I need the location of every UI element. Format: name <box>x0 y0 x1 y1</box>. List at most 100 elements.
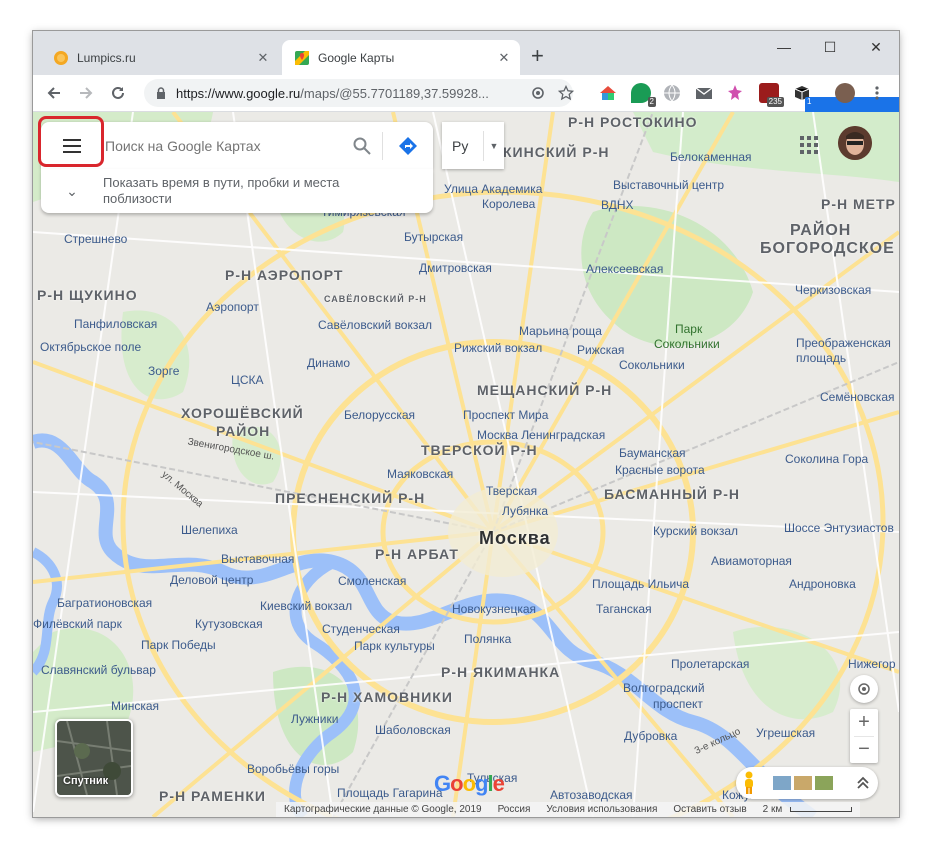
earth-thumb[interactable] <box>815 776 833 790</box>
forward-button[interactable] <box>75 82 97 104</box>
dropdown-arrow-icon: ▼ <box>483 130 504 161</box>
district-label: Р-Н РОСТОКИНО <box>568 114 698 130</box>
place-label: Багратионовская <box>57 596 153 610</box>
green-shield-extension-icon[interactable]: 2 <box>631 83 656 107</box>
district-label: Р-Н АРБАТ <box>375 546 459 562</box>
place-label: Савёловский вокзал <box>318 318 433 332</box>
district-label: САВЁЛОВСКИЙ Р-Н <box>324 294 427 304</box>
satellite-toggle[interactable]: Спутник <box>55 719 133 797</box>
expand-up-icon[interactable] <box>857 776 869 790</box>
place-label: Площадь Гагарина <box>337 786 443 800</box>
account-avatar[interactable] <box>838 126 872 160</box>
user-face-icon <box>838 126 872 160</box>
maximize-button[interactable]: ☐ <box>807 31 853 63</box>
menu-dots-icon[interactable] <box>866 82 888 104</box>
place-label: Аэропорт <box>206 300 259 314</box>
search-input[interactable] <box>103 136 342 155</box>
place-label: Марьина роща <box>519 324 602 338</box>
chevron-down-icon: ⌄ <box>66 182 78 199</box>
place-label: Студенческая <box>322 622 400 636</box>
photo-thumb[interactable] <box>794 776 812 790</box>
traffic-suggestion[interactable]: ⌄ Показать время в пути, пробки и места … <box>41 169 433 213</box>
extension-badge: 2 <box>647 97 656 107</box>
location-icon[interactable] <box>527 82 549 104</box>
scale-label[interactable]: 2 км <box>763 804 783 815</box>
city-label: Москва <box>479 528 551 548</box>
place-label: Таганская <box>596 602 652 616</box>
place-label: Шелепиха <box>181 523 238 537</box>
browser-toolbar: https://www.google.ru/maps/@55.7701189,3… <box>33 75 899 115</box>
place-label: Новокузнецкая <box>452 602 536 616</box>
address-bar[interactable]: https://www.google.ru/maps/@55.7701189,3… <box>144 79 573 107</box>
tab-google-maps[interactable]: Google Карты ✕ <box>282 40 520 75</box>
place-label: Пролетарская <box>671 657 750 671</box>
url-path: /maps/@55.7701189,37.59928... <box>300 85 489 101</box>
street-view-thumb[interactable] <box>773 776 791 790</box>
reload-button[interactable] <box>107 82 129 104</box>
place-label: Славянский бульвар <box>41 663 156 677</box>
place-label: ЦСКА <box>231 373 264 387</box>
place-label: Проспект Мира <box>463 408 549 422</box>
place-label: Рижская <box>577 343 625 357</box>
district-label: Р-Н ЯКИМАНКА <box>441 664 561 680</box>
place-label: Дмитровская <box>419 261 492 275</box>
directions-button[interactable] <box>382 131 433 160</box>
extension-badge: 235 <box>766 97 784 107</box>
district-label: РАЙОН <box>216 423 271 439</box>
reload-icon <box>112 86 124 99</box>
country-link[interactable]: Россия <box>498 804 531 815</box>
district-label: Р-Н МЕТР <box>821 196 896 212</box>
district-label: КИНСКИЙ Р-Н <box>503 144 610 160</box>
calendar-extension-icon[interactable]: 235 <box>759 83 784 107</box>
copyright-text: Картографические данные © Google, 2019 <box>284 804 482 815</box>
back-button[interactable] <box>43 82 65 104</box>
search-button[interactable] <box>342 137 382 155</box>
bookmark-star-icon[interactable] <box>555 82 577 104</box>
terms-link[interactable]: Условия использования <box>546 804 657 815</box>
close-window-button[interactable]: ✕ <box>853 31 899 63</box>
place-label: Тверская <box>486 484 538 498</box>
close-tab-icon[interactable]: ✕ <box>253 50 273 66</box>
place-label: Площадь Ильича <box>592 577 690 591</box>
mail-extension-icon[interactable] <box>694 83 714 103</box>
browser-window: Lumpics.ru ✕ Google Карты ✕ + — ☐ ✕ http… <box>33 31 899 817</box>
zoom-in-button[interactable]: + <box>858 709 870 736</box>
place-label: Лубянка <box>502 504 549 518</box>
close-tab-icon[interactable]: ✕ <box>494 50 514 66</box>
district-label: БАСМАННЫЙ Р-Н <box>604 486 740 502</box>
tab-title: Lumpics.ru <box>77 50 136 65</box>
url-text: https://www.google.ru/maps/@55.7701189,3… <box>176 86 573 101</box>
lock-icon <box>157 87 165 99</box>
apps-grid-icon[interactable] <box>799 135 819 155</box>
minimize-button[interactable]: — <box>761 31 807 63</box>
feedback-link[interactable]: Оставить отзыв <box>673 804 746 815</box>
district-label: МЕЩАНСКИЙ Р-Н <box>477 382 613 398</box>
new-tab-button[interactable]: + <box>531 45 544 67</box>
place-label: Красные ворота <box>615 463 705 477</box>
place-label: Шоссе Энтузиастов <box>784 521 894 535</box>
place-label: Маяковская <box>387 467 454 481</box>
place-label: Москва Ленинградская <box>477 428 606 442</box>
profile-avatar-icon[interactable] <box>835 83 855 103</box>
globe-extension-icon[interactable] <box>662 83 682 103</box>
map-canvas[interactable]: Р-Н РОСТОКИНО КИНСКИЙ Р-Н Р-Н МЕТР РАЙОН… <box>33 112 899 817</box>
place-label: Смоленская <box>338 574 407 588</box>
satellite-label: Спутник <box>63 775 109 787</box>
place-label: ВДНХ <box>601 198 634 212</box>
language-selector[interactable]: Ру ▼ <box>442 122 504 169</box>
place-label: Деловой центр <box>170 573 254 587</box>
colorful-house-extension-icon[interactable] <box>598 83 618 103</box>
pink-puzzle-extension-icon[interactable] <box>725 83 745 103</box>
place-label: Киевский вокзал <box>260 599 353 613</box>
zoom-out-button[interactable]: − <box>858 737 870 764</box>
pegman-icon[interactable] <box>742 771 756 795</box>
arrow-right-icon <box>80 87 93 99</box>
my-location-button[interactable] <box>850 675 878 703</box>
place-label: Кутузовская <box>195 617 263 631</box>
tab-lumpics[interactable]: Lumpics.ru ✕ <box>41 40 279 75</box>
place-label: Парк <box>675 322 703 336</box>
place-label: Рижский вокзал <box>454 341 543 355</box>
place-label: Панфиловская <box>74 317 158 331</box>
place-label: Улица Академика <box>444 182 543 196</box>
district-label: ХОРОШЁВСКИЙ <box>181 405 304 421</box>
